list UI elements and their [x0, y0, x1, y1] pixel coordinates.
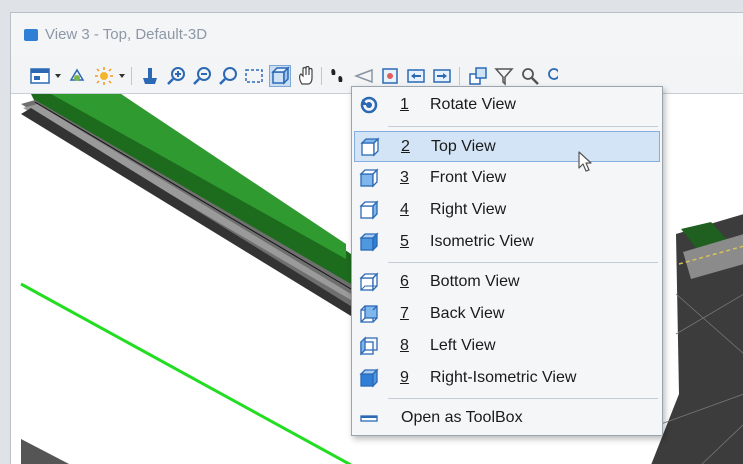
cube-left-icon	[359, 336, 379, 356]
clip-mask-icon[interactable]	[467, 65, 489, 87]
menu-separator	[388, 126, 658, 127]
menu-item-label: Isometric View	[430, 233, 534, 250]
menu-item-shortcut: 4	[400, 201, 409, 218]
cube-right-iso-icon	[359, 368, 379, 388]
menu-item-label: Front View	[430, 169, 507, 186]
cube-top-icon	[360, 137, 380, 157]
menu-item-front-view[interactable]: 3 Front View	[354, 163, 660, 194]
update-view-icon[interactable]	[139, 65, 161, 87]
lighting-icon[interactable]	[93, 65, 115, 87]
menu-item-shortcut: 6	[400, 273, 409, 290]
rotate-view-icon	[359, 95, 379, 115]
menu-item-shortcut: 8	[400, 337, 409, 354]
menu-item-right-isometric-view[interactable]: 9 Right-Isometric View	[354, 363, 660, 394]
more-tools-icon[interactable]	[541, 65, 563, 87]
view-display-icon[interactable]	[66, 65, 88, 87]
view-next-icon[interactable]	[379, 65, 401, 87]
menu-item-label: Open as ToolBox	[401, 409, 523, 426]
menu-item-label: Top View	[431, 138, 496, 155]
menu-item-label: Back View	[430, 305, 505, 322]
cube-right-icon	[359, 200, 379, 220]
copy-view-icon[interactable]	[405, 65, 427, 87]
cube-iso-icon	[359, 232, 379, 252]
menu-item-right-view[interactable]: 4 Right View	[354, 195, 660, 226]
title-bar: View 3 - Top, Default-3D	[11, 13, 743, 57]
rotate-view-icon[interactable]	[269, 65, 291, 87]
menu-item-left-view[interactable]: 8 Left View	[354, 331, 660, 362]
menu-item-shortcut: 3	[400, 169, 409, 186]
menu-separator	[388, 262, 658, 263]
menu-item-shortcut: 2	[401, 138, 410, 155]
menu-item-shortcut: 5	[400, 233, 409, 250]
magnify-element-icon[interactable]	[519, 65, 541, 87]
cube-back-icon	[359, 304, 379, 324]
menu-item-shortcut: 1	[400, 96, 409, 113]
cube-front-icon	[359, 168, 379, 188]
standard-views-menu: 1 Rotate View 2 Top View 3 Front View 4 …	[351, 86, 663, 436]
menu-item-open-as-toolbox[interactable]: Open as ToolBox	[354, 403, 660, 434]
menu-item-rotate-view[interactable]: 1 Rotate View	[354, 90, 660, 121]
chevron-down-icon[interactable]	[119, 74, 125, 78]
menu-item-top-view[interactable]: 2 Top View	[354, 131, 660, 162]
mouse-cursor-icon	[578, 151, 592, 172]
view-previous-icon[interactable]	[353, 65, 375, 87]
menu-item-label: Rotate View	[430, 96, 516, 113]
cube-bottom-icon	[359, 272, 379, 292]
menu-item-label: Left View	[430, 337, 496, 354]
toolbar-separator	[321, 67, 322, 85]
zoom-out-icon[interactable]	[191, 65, 213, 87]
pan-view-icon[interactable]	[295, 65, 317, 87]
window-area-icon[interactable]	[217, 65, 239, 87]
menu-item-label: Right-Isometric View	[430, 369, 577, 386]
menu-item-shortcut: 7	[400, 305, 409, 322]
menu-item-back-view[interactable]: 7 Back View	[354, 299, 660, 330]
zoom-in-icon[interactable]	[165, 65, 187, 87]
toolbar-separator	[459, 67, 460, 85]
fit-view-icon[interactable]	[243, 65, 265, 87]
menu-item-label: Bottom View	[430, 273, 520, 290]
view-window-icon	[24, 29, 38, 41]
menu-separator	[388, 398, 658, 399]
menu-item-bottom-view[interactable]: 6 Bottom View	[354, 267, 660, 298]
chevron-down-icon[interactable]	[55, 74, 61, 78]
menu-item-isometric-view[interactable]: 5 Isometric View	[354, 227, 660, 258]
funnel-icon[interactable]	[493, 65, 515, 87]
toolbar-separator	[131, 67, 132, 85]
menu-item-label: Right View	[430, 201, 507, 218]
walk-icon[interactable]	[327, 65, 349, 87]
toolbox-icon	[359, 408, 379, 428]
window-title: View 3 - Top, Default-3D	[45, 26, 208, 43]
clip-volume-icon[interactable]	[431, 65, 453, 87]
view-attributes-icon[interactable]	[29, 65, 51, 87]
menu-item-shortcut: 9	[400, 369, 409, 386]
